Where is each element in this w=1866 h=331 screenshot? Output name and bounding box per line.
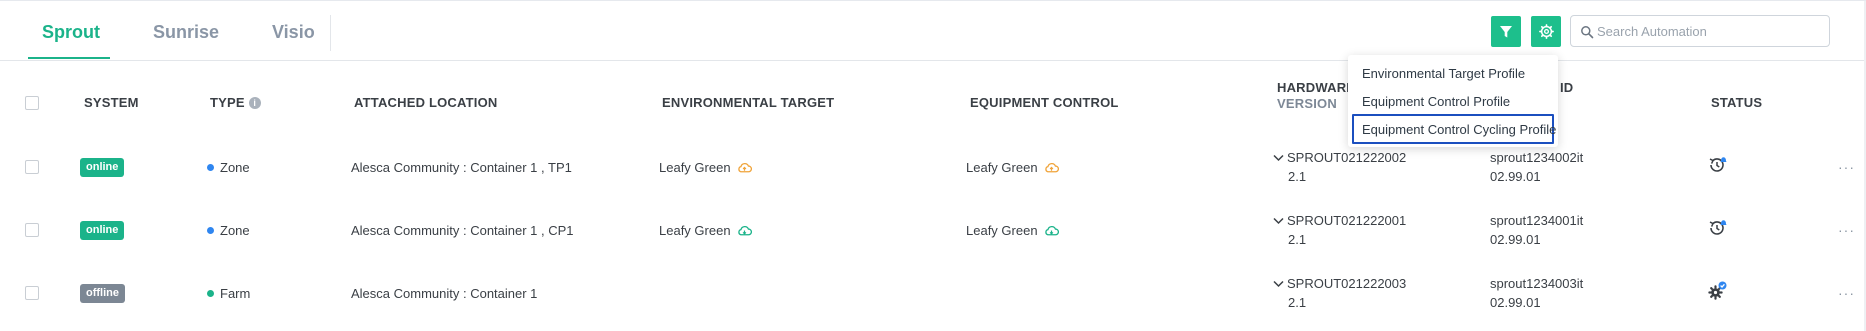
equip-control-label: Leafy Green: [966, 160, 1038, 175]
cloud-download-icon[interactable]: [737, 224, 752, 237]
select-all-checkbox[interactable]: [25, 96, 39, 110]
header-equipment-control[interactable]: EQUIPMENT CONTROL: [970, 95, 1119, 110]
env-target-label: Leafy Green: [659, 160, 731, 175]
hardware-id: SPROUT021222001: [1287, 213, 1407, 228]
hardware-cell[interactable]: SPROUT021222003: [1273, 276, 1406, 291]
header-type-label: TYPE: [210, 95, 245, 110]
header-id[interactable]: ID: [1560, 80, 1573, 95]
header-type[interactable]: TYPE i: [210, 95, 261, 110]
active-tab-indicator: [28, 57, 110, 59]
zone-dot: [207, 227, 214, 234]
hardware-version: 2.1: [1288, 232, 1307, 247]
env-target-cell[interactable]: Leafy Green: [659, 223, 752, 238]
header-version[interactable]: VERSION: [1277, 96, 1337, 111]
automation-panel: Sprout Sunrise Visio SYSTEM: [0, 0, 1866, 331]
history-alert-icon[interactable]: [1707, 155, 1727, 175]
location-cell: Alesca Community : Container 1: [351, 286, 538, 301]
chevron-down-icon[interactable]: [1273, 154, 1284, 162]
header-environmental-target[interactable]: ENVIRONMENTAL TARGET: [662, 95, 834, 110]
row-checkbox[interactable]: [25, 286, 39, 300]
status-badge-offline: offline: [80, 284, 125, 303]
type-label: Farm: [220, 286, 251, 301]
filter-icon: [1500, 25, 1512, 37]
history-alert-icon[interactable]: [1707, 218, 1727, 238]
cloud-upload-icon[interactable]: [1044, 161, 1059, 174]
chevron-down-icon[interactable]: [1273, 217, 1284, 225]
firmware-version: 02.99.01: [1490, 295, 1541, 310]
farm-dot: [207, 290, 214, 297]
hardware-cell[interactable]: SPROUT021222001: [1273, 213, 1406, 228]
row-checkbox[interactable]: [25, 160, 39, 174]
equip-control-cell[interactable]: Leafy Green: [966, 160, 1059, 175]
menu-item-equipment-control-cycling-profile[interactable]: Equipment Control Cycling Profile: [1362, 122, 1556, 137]
type-label: Zone: [220, 223, 250, 238]
type-cell: Farm: [207, 286, 250, 301]
search-icon: [1581, 26, 1594, 39]
menu-item-equipment-control-profile[interactable]: Equipment Control Profile: [1362, 94, 1510, 109]
row-more-button[interactable]: ···: [1838, 285, 1855, 301]
device-id: sprout1234001it: [1490, 213, 1584, 228]
hardware-cell[interactable]: SPROUT021222002: [1273, 150, 1406, 165]
cloud-download-icon[interactable]: [1044, 224, 1059, 237]
header-status[interactable]: STATUS: [1711, 95, 1762, 110]
tab-visio[interactable]: Visio: [272, 1, 315, 59]
header-hardware[interactable]: HARDWARE: [1277, 80, 1355, 95]
env-target-cell[interactable]: Leafy Green: [659, 160, 752, 175]
settings-button[interactable]: [1531, 16, 1561, 47]
cloud-upload-icon[interactable]: [737, 161, 752, 174]
env-target-label: Leafy Green: [659, 223, 731, 238]
type-cell: Zone: [207, 160, 250, 175]
location-cell: Alesca Community : Container 1 , TP1: [351, 160, 572, 175]
location-cell: Alesca Community : Container 1 , CP1: [351, 223, 574, 238]
chevron-down-icon[interactable]: [1273, 280, 1284, 288]
type-cell: Zone: [207, 223, 250, 238]
menu-item-environmental-target-profile[interactable]: Environmental Target Profile: [1362, 66, 1525, 81]
firmware-version: 02.99.01: [1490, 169, 1541, 184]
zone-dot: [207, 164, 214, 171]
hardware-id: SPROUT021222003: [1287, 276, 1407, 291]
info-icon[interactable]: i: [248, 97, 261, 109]
gear-check-icon[interactable]: [1707, 281, 1727, 301]
settings-dropdown-menu: Environmental Target Profile Equipment C…: [1348, 55, 1558, 147]
hardware-version: 2.1: [1288, 295, 1307, 310]
status-badge-online: online: [80, 221, 125, 240]
header-attached-location[interactable]: ATTACHED LOCATION: [354, 95, 498, 110]
tab-sprout[interactable]: Sprout: [42, 1, 100, 59]
device-id: sprout1234002it: [1490, 150, 1584, 165]
equip-control-cell[interactable]: Leafy Green: [966, 223, 1059, 238]
gear-icon: [1538, 24, 1554, 39]
row-checkbox[interactable]: [25, 223, 39, 237]
firmware-version: 02.99.01: [1490, 232, 1541, 247]
status-badge-online: online: [80, 158, 125, 177]
filter-button[interactable]: [1491, 16, 1521, 47]
search-input[interactable]: [1597, 19, 1823, 43]
tab-sunrise[interactable]: Sunrise: [153, 1, 219, 59]
row-more-button[interactable]: ···: [1838, 159, 1855, 175]
hardware-version: 2.1: [1288, 169, 1307, 184]
hardware-id: SPROUT021222002: [1287, 150, 1407, 165]
device-id: sprout1234003it: [1490, 276, 1584, 291]
equip-control-label: Leafy Green: [966, 223, 1038, 238]
tab-divider: [330, 15, 331, 51]
row-more-button[interactable]: ···: [1838, 222, 1855, 238]
search-box: [1570, 15, 1830, 47]
type-label: Zone: [220, 160, 250, 175]
header-system[interactable]: SYSTEM: [84, 95, 139, 110]
